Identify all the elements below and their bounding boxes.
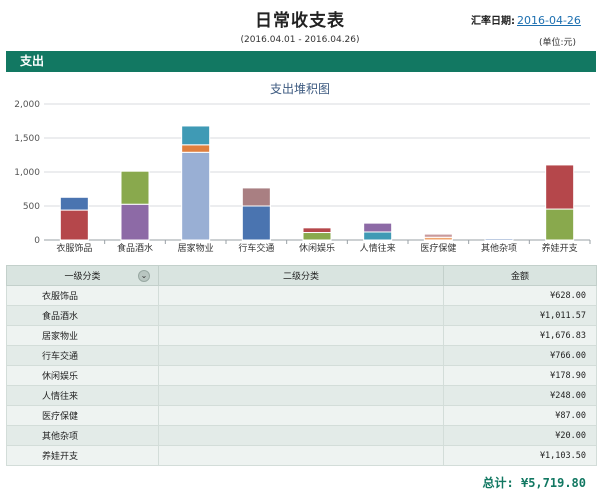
bar-segment (545, 208, 575, 241)
chart-canvas: 支出堆积图 0 500 1,000 1,500 2,000 衣服饰品 食品酒水 居家物业 行车交通… (14, 82, 591, 254)
section-header-expense: 支出 (6, 51, 596, 72)
row-subcategory (158, 405, 444, 426)
bar-segment (302, 227, 332, 234)
row-category: 养娃开支 (6, 445, 159, 466)
unit-label: (单位:元) (538, 38, 576, 48)
row-amount: ¥1,103.50 (443, 445, 597, 466)
row-amount: ¥248.00 (443, 385, 597, 406)
table-row[interactable]: 其他杂项 ¥20.00 (6, 425, 597, 446)
rate-date-group: 汇率日期: 2016-04-26 (471, 12, 581, 27)
bar-segment (59, 209, 89, 241)
table-row[interactable]: 衣服饰品 ¥628.00 (6, 285, 597, 306)
bar-segment (181, 125, 211, 146)
row-category: 行车交通 (6, 345, 159, 366)
y-tick-label: 500 (23, 202, 40, 212)
total-amount: 总计: ¥5,719.80 (482, 476, 586, 490)
table-row[interactable]: 食品酒水 ¥1,011.57 (6, 305, 597, 326)
row-amount: ¥178.90 (443, 365, 597, 386)
x-tick-label: 衣服饰品 (56, 242, 92, 254)
stacked-bar-chart: 支出堆积图 0 500 1,000 1,500 2,000 衣服饰品 食品酒水 居家物业 行车交通… (0, 74, 600, 260)
table-row[interactable]: 医疗保健 ¥87.00 (6, 405, 597, 426)
bar-segment (484, 238, 514, 241)
row-amount: ¥1,011.57 (443, 305, 597, 326)
row-amount: ¥20.00 (443, 425, 597, 446)
bar-segment (302, 232, 332, 241)
row-amount: ¥1,676.83 (443, 325, 597, 346)
row-amount: ¥87.00 (443, 405, 597, 426)
double-chevron-down-icon[interactable]: ⌄ (138, 270, 150, 282)
row-amount: ¥766.00 (443, 345, 597, 366)
row-subcategory (158, 325, 444, 346)
x-tick-label: 人情往来 (360, 242, 396, 254)
expense-table: 一级分类 ⌄ 二级分类 金额 衣服饰品 ¥628.00 食品酒水 ¥1,011.57 居家… (6, 265, 597, 466)
row-subcategory (158, 385, 444, 406)
row-subcategory (158, 445, 444, 466)
table-row[interactable]: 人情往来 ¥248.00 (6, 385, 597, 406)
row-category: 居家物业 (6, 325, 159, 346)
table-header-row: 一级分类 ⌄ 二级分类 金额 (6, 265, 597, 286)
row-category: 休闲娱乐 (6, 365, 159, 386)
table-row[interactable]: 居家物业 ¥1,676.83 (6, 325, 597, 346)
header-category[interactable]: 一级分类 ⌄ (6, 265, 159, 286)
x-tick-label: 居家物业 (178, 242, 214, 254)
y-tick-label: 0 (34, 236, 40, 246)
table-row[interactable]: 行车交通 ¥766.00 (6, 345, 597, 366)
y-tick-label: 2,000 (14, 100, 40, 110)
x-tick-label: 其他杂项 (481, 242, 517, 254)
row-category: 食品酒水 (6, 305, 159, 326)
bar-segment (181, 144, 211, 153)
rate-date-link[interactable]: 2016-04-26 (517, 14, 581, 27)
row-subcategory (158, 345, 444, 366)
row-subcategory (158, 365, 444, 386)
row-subcategory (158, 285, 444, 306)
table-row[interactable]: 养娃开支 ¥1,103.50 (6, 445, 597, 466)
bar-segment (59, 196, 89, 211)
bar-segment (363, 222, 393, 233)
chart-title: 支出堆积图 (270, 82, 330, 96)
x-tick-label: 医疗保健 (420, 242, 456, 254)
bar-segment (120, 203, 150, 241)
y-tick-label: 1,000 (14, 168, 40, 178)
y-tick-label: 1,500 (14, 134, 40, 144)
bar-segment (120, 170, 150, 205)
table-row[interactable]: 休闲娱乐 ¥178.90 (6, 365, 597, 386)
bar-segment (241, 187, 271, 207)
row-category: 其他杂项 (6, 425, 159, 446)
rate-date-label: 汇率日期: (471, 16, 515, 27)
x-tick-label: 养娃开支 (542, 242, 578, 254)
x-tick-label: 行车交通 (238, 242, 274, 254)
bar-segment (181, 151, 211, 241)
row-category: 医疗保健 (6, 405, 159, 426)
x-tick-label: 休闲娱乐 (299, 242, 335, 254)
row-amount: ¥628.00 (443, 285, 597, 306)
row-subcategory (158, 305, 444, 326)
row-category: 衣服饰品 (6, 285, 159, 306)
row-subcategory (158, 425, 444, 446)
bar-segment (545, 164, 575, 210)
header-subcategory[interactable]: 二级分类 (158, 265, 444, 286)
x-tick-label: 食品酒水 (117, 242, 153, 254)
bar-segment (423, 233, 453, 238)
bar-segment (241, 205, 271, 241)
row-category: 人情往来 (6, 385, 159, 406)
header-amount[interactable]: 金额 (443, 265, 597, 286)
date-period: (2016.04.01 - 2016.04.26) (240, 35, 360, 45)
bar-segment (363, 231, 393, 241)
